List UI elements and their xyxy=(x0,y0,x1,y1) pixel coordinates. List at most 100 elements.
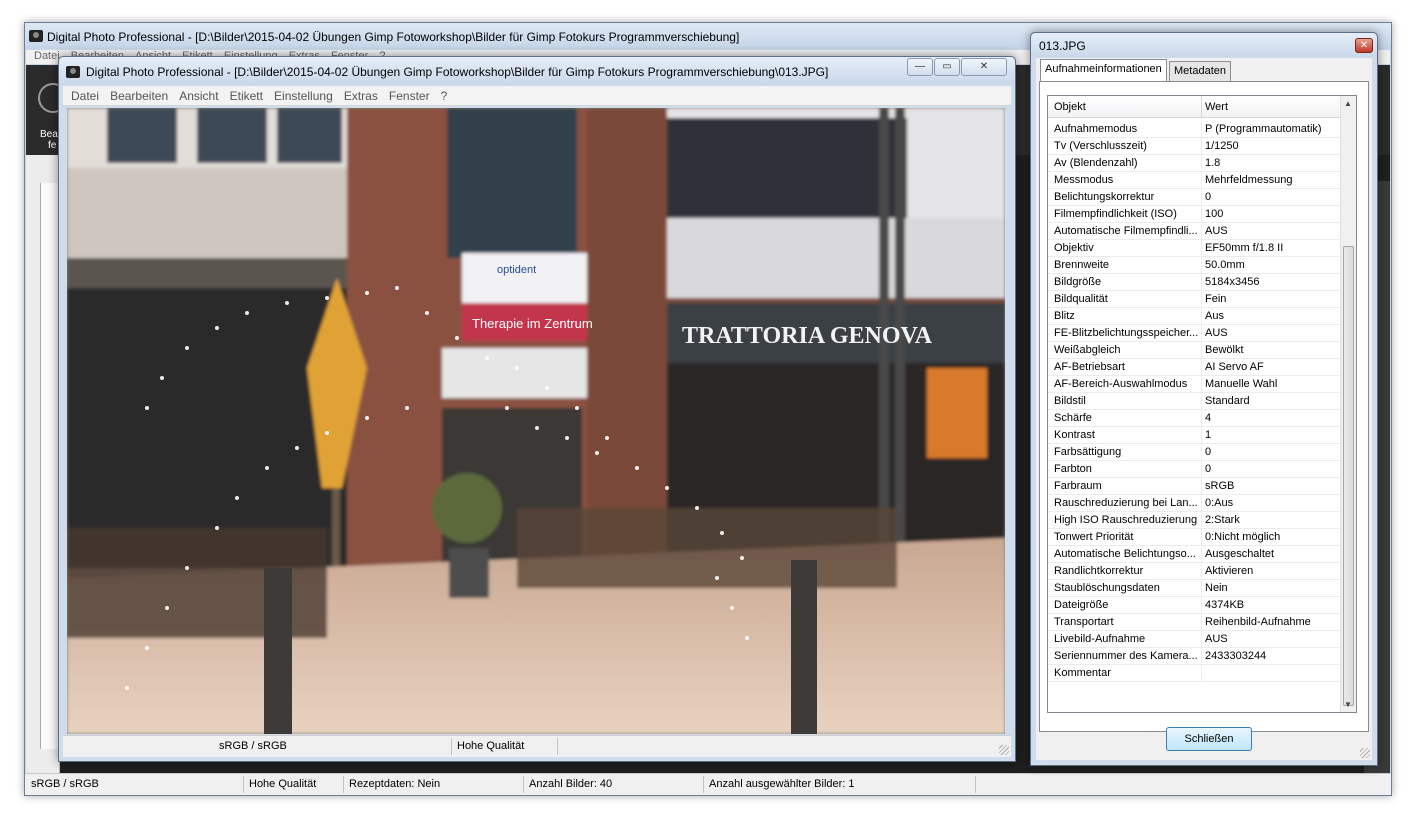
close-button[interactable]: ✕ xyxy=(961,58,1007,76)
table-row[interactable]: Randlichtkorrektur Aktivieren xyxy=(1048,563,1342,580)
row-value: 0:Aus xyxy=(1205,497,1234,509)
minimize-button[interactable]: — xyxy=(907,58,933,76)
table-row[interactable]: AF-Bereich-Auswahlmodus Manuelle Wahl xyxy=(1048,376,1342,393)
table-row[interactable]: Aufnahmemodus P (Programmautomatik) xyxy=(1048,121,1342,138)
table-row[interactable]: Schärfe 4 xyxy=(1048,410,1342,427)
row-key: Objektiv xyxy=(1054,242,1094,254)
table-row[interactable]: Livebild-Aufnahme AUS xyxy=(1048,631,1342,648)
info-table-header: Objekt Wert xyxy=(1048,96,1342,118)
photo-preview[interactable]: optident Therapie im Zentrum TRATTORIA G… xyxy=(67,108,1005,734)
viewer-menu-einstellung[interactable]: Einstellung xyxy=(274,86,333,103)
row-key: Transportart xyxy=(1054,616,1114,628)
row-key: Seriennummer des Kamera... xyxy=(1054,650,1198,662)
table-row[interactable]: Farbraum sRGB xyxy=(1048,478,1342,495)
table-row[interactable]: AF-Betriebsart AI Servo AF xyxy=(1048,359,1342,376)
table-row[interactable]: Automatische Filmempfindli... AUS xyxy=(1048,223,1342,240)
folder-pane xyxy=(26,155,60,773)
row-key: Aufnahmemodus xyxy=(1054,123,1138,135)
table-row[interactable]: Bildstil Standard xyxy=(1048,393,1342,410)
close-dialog-button[interactable]: Schließen xyxy=(1166,727,1252,751)
table-row[interactable]: Blitz Aus xyxy=(1048,308,1342,325)
status-quality: Hohe Qualität xyxy=(249,778,317,790)
toolbar-label-line2: fe xyxy=(48,140,57,151)
table-row[interactable]: Tonwert Priorität 0:Nicht möglich xyxy=(1048,529,1342,546)
main-window-title: Digital Photo Professional - [D:\Bilder\… xyxy=(47,30,740,44)
table-row[interactable]: Av (Blendenzahl) 1.8 xyxy=(1048,155,1342,172)
table-row[interactable]: Transportart Reihenbild-Aufnahme xyxy=(1048,614,1342,631)
dialog-title-bar[interactable]: 013.JPG ✕ xyxy=(1031,33,1377,57)
table-row[interactable]: Weißabgleich Bewölkt xyxy=(1048,342,1342,359)
row-key: Dateigröße xyxy=(1054,599,1109,611)
row-value: 4374KB xyxy=(1205,599,1245,611)
table-row[interactable]: Automatische Belichtungso... Ausgeschalte… xyxy=(1048,546,1342,563)
row-value: Aus xyxy=(1205,310,1224,322)
row-key: Brennweite xyxy=(1054,259,1110,271)
resize-grip-icon[interactable] xyxy=(999,745,1009,755)
row-key: AF-Betriebsart xyxy=(1054,361,1125,373)
row-value: AUS xyxy=(1205,327,1228,339)
row-key: Randlichtkorrektur xyxy=(1054,565,1144,577)
viewer-menu-fenster[interactable]: Fenster xyxy=(389,86,430,103)
viewer-menu-etikett[interactable]: Etikett xyxy=(230,86,263,103)
row-value: P (Programmautomatik) xyxy=(1205,123,1322,135)
row-value: 0 xyxy=(1205,191,1212,203)
scroll-thumb[interactable] xyxy=(1343,246,1354,706)
therapie-sign: Therapie im Zentrum xyxy=(472,316,593,331)
table-row[interactable]: Rauschreduzierung bei Lan... 0:Aus xyxy=(1048,495,1342,512)
tab-metadaten[interactable]: Metadaten xyxy=(1169,61,1231,81)
table-row[interactable]: Staublöschungsdaten Nein xyxy=(1048,580,1342,597)
row-value: Manuelle Wahl xyxy=(1205,378,1278,390)
viewer-title-bar[interactable]: Digital Photo Professional - [D:\Bilder\… xyxy=(59,57,1015,85)
row-key: Bildstil xyxy=(1054,395,1086,407)
table-row[interactable]: Brennweite 50.0mm xyxy=(1048,257,1342,274)
row-key: Weißabgleich xyxy=(1054,344,1121,356)
tab-aufnahmeinformationen[interactable]: Aufnahmeinformationen xyxy=(1040,59,1167,81)
info-table-scrollbar[interactable]: ▲ ▼ xyxy=(1340,96,1356,712)
table-row[interactable]: Filmempfindlichkeit (ISO) 100 xyxy=(1048,206,1342,223)
row-key: Bildgröße xyxy=(1054,276,1102,288)
table-row[interactable]: Kommentar xyxy=(1048,665,1342,682)
table-row[interactable]: Messmodus Mehrfeldmessung xyxy=(1048,172,1342,189)
table-row[interactable]: Farbsättigung 0 xyxy=(1048,444,1342,461)
column-header-wert[interactable]: Wert xyxy=(1205,101,1228,113)
row-value: Aktivieren xyxy=(1205,565,1254,577)
row-value: 0 xyxy=(1205,463,1212,475)
row-value: 4 xyxy=(1205,412,1212,424)
row-value: Mehrfeldmessung xyxy=(1205,174,1293,186)
table-row[interactable]: Bildqualität Fein xyxy=(1048,291,1342,308)
scroll-down-icon[interactable]: ▼ xyxy=(1344,700,1352,709)
row-key: Farbton xyxy=(1054,463,1092,475)
row-value: Standard xyxy=(1205,395,1250,407)
table-row[interactable]: Seriennummer des Kamera... 2433303244 xyxy=(1048,648,1342,665)
row-value: EF50mm f/1.8 II xyxy=(1205,242,1284,254)
row-key: High ISO Rauschreduzierung xyxy=(1054,514,1198,526)
camera-app-icon xyxy=(66,66,80,78)
table-row[interactable]: Tv (Verschlusszeit) 1/1250 xyxy=(1048,138,1342,155)
status-selected-count: Anzahl ausgewählter Bilder: 1 xyxy=(709,778,855,790)
table-row[interactable]: Dateigröße 4374KB xyxy=(1048,597,1342,614)
row-value: 5184x3456 xyxy=(1205,276,1260,288)
info-table[interactable]: Objekt Wert Aufnahmemodus P (Programmauto… xyxy=(1047,95,1357,713)
table-row[interactable]: FE-Blitzbelichtungsspeicher... AUS xyxy=(1048,325,1342,342)
table-row[interactable]: Objektiv EF50mm f/1.8 II xyxy=(1048,240,1342,257)
folder-tree[interactable] xyxy=(40,183,58,749)
row-value: Bewölkt xyxy=(1205,344,1244,356)
dialog-close-icon[interactable]: ✕ xyxy=(1355,38,1373,53)
table-row[interactable]: High ISO Rauschreduzierung 2:Stark xyxy=(1048,512,1342,529)
dialog-resize-grip-icon[interactable] xyxy=(1360,748,1370,758)
maximize-button[interactable]: ▭ xyxy=(934,58,960,76)
main-menu-datei[interactable]: Datei xyxy=(34,50,60,62)
column-header-objekt[interactable]: Objekt xyxy=(1054,101,1086,113)
table-row[interactable]: Bildgröße 5184x3456 xyxy=(1048,274,1342,291)
scroll-up-icon[interactable]: ▲ xyxy=(1344,99,1352,108)
viewer-menu-ansicht[interactable]: Ansicht xyxy=(179,86,218,103)
viewer-menu-help[interactable]: ? xyxy=(441,86,448,103)
viewer-menu-bearbeiten[interactable]: Bearbeiten xyxy=(110,86,168,103)
table-row[interactable]: Farbton 0 xyxy=(1048,461,1342,478)
viewer-menu-extras[interactable]: Extras xyxy=(344,86,378,103)
table-row[interactable]: Kontrast 1 xyxy=(1048,427,1342,444)
table-row[interactable]: Belichtungskorrektur 0 xyxy=(1048,189,1342,206)
viewer-menu-datei[interactable]: Datei xyxy=(71,86,99,103)
minimize-icon: — xyxy=(915,61,925,72)
row-value: 2:Stark xyxy=(1205,514,1240,526)
